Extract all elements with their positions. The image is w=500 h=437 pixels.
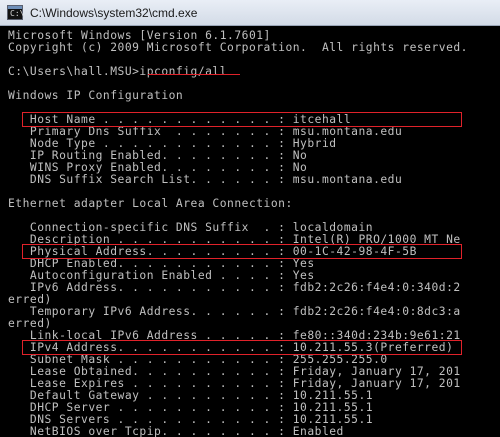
title-bar[interactable]: C:\ C:\Windows\system32\cmd.exe	[0, 0, 500, 26]
console-line: NetBIOS over Tcpip. . . . . . . . : Enab…	[8, 425, 344, 437]
console-line: Temporary IPv6 Address. . . . . . : fdb2…	[8, 305, 461, 318]
console-line: DNS Suffix Search List. . . . . . : msu.…	[8, 173, 403, 186]
console-line: IPv6 Address. . . . . . . . . . . : fdb2…	[8, 281, 461, 294]
command-underline	[148, 74, 240, 75]
section-heading: Windows IP Configuration	[8, 89, 184, 102]
ipv4-address-highlight-box	[22, 340, 462, 355]
cmd-icon[interactable]: C:\	[7, 5, 25, 20]
cmd-icon-glyph: C:\	[10, 9, 25, 18]
console-output[interactable]: Microsoft Windows [Version 6.1.7601] Cop…	[0, 26, 500, 437]
section-heading: Ethernet adapter Local Area Connection:	[8, 197, 293, 210]
window-title: C:\Windows\system32\cmd.exe	[30, 6, 198, 20]
command-line: C:\Users\hall.MSU>ipconfig/all	[8, 65, 228, 78]
physical-address-highlight-box	[22, 244, 462, 259]
console-line: Copyright (c) 2009 Microsoft Corporation…	[8, 41, 468, 54]
host-name-highlight-box	[22, 112, 462, 127]
